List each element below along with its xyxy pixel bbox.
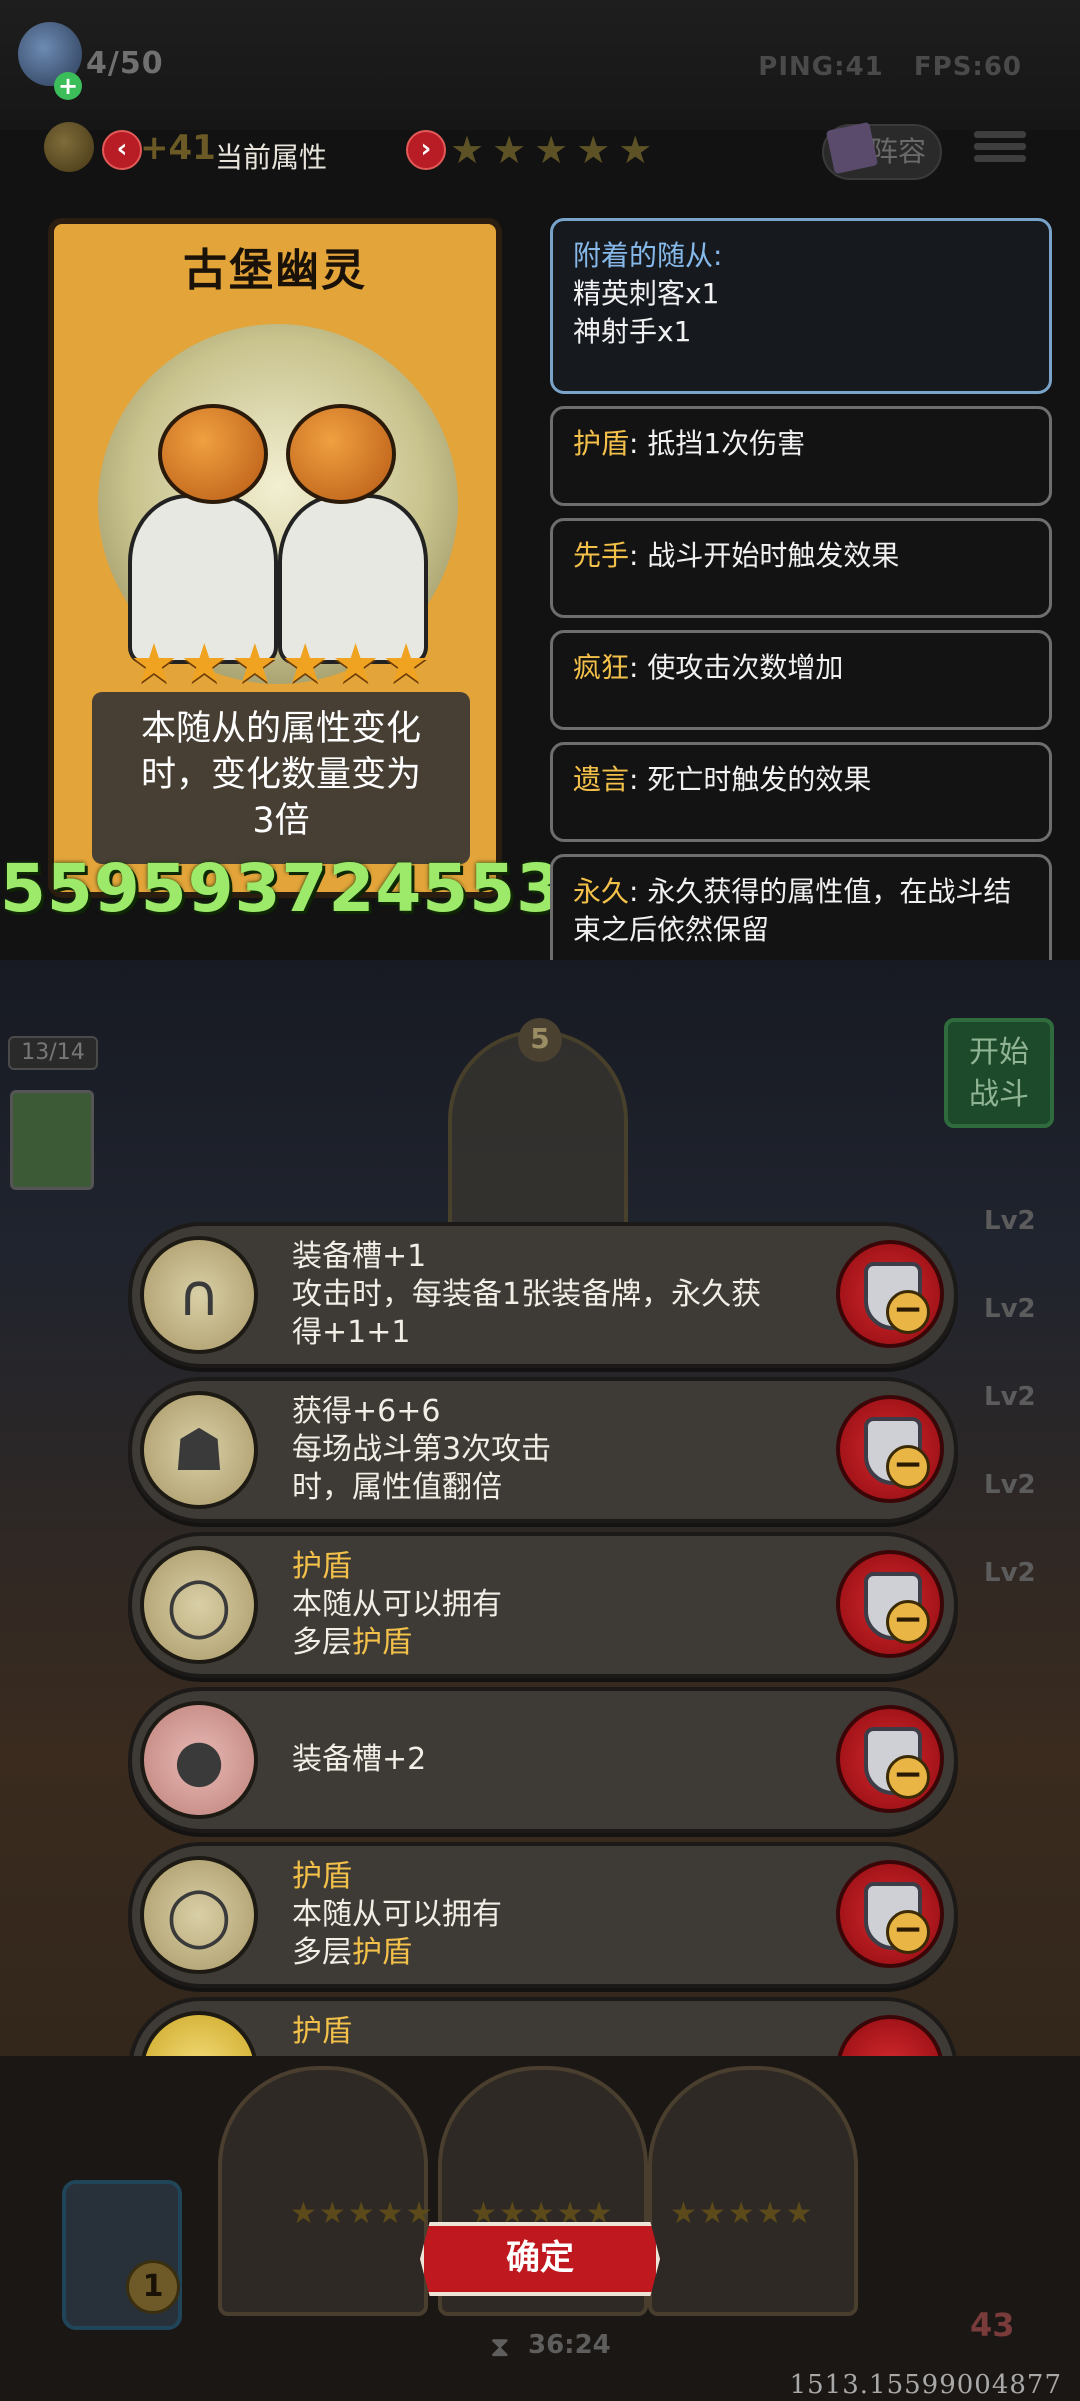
lineup-book-icon	[825, 121, 879, 175]
scarecrow-icon: ☗	[140, 1391, 258, 1509]
unit-stars: ★★★★★★	[129, 632, 433, 695]
ping-text: PING:41	[758, 52, 884, 82]
gold-coin-icon	[44, 122, 94, 172]
keyword-permanent: 永久: 永久获得的属性值，在战斗结束之后依然保留	[550, 854, 1052, 960]
turn-timer: 36:24	[528, 2330, 611, 2360]
keyword-first-strike: 先手: 战斗开始时触发效果	[550, 518, 1052, 618]
pumpkin-icon	[286, 404, 396, 504]
keyword-list[interactable]: 附着的随从: 精英刺客x1 神射手x1 护盾: 抵挡1次伤害 先手: 战斗开始时…	[550, 218, 1052, 960]
stat-overlay-number: 559593724553079	[0, 850, 560, 927]
attached-title: 附着的随从:	[573, 239, 723, 272]
equipment-row: ◯ 护盾 本随从可以拥有 多层护盾 −	[128, 1532, 958, 1678]
gold-gain: +41	[140, 128, 216, 168]
mirror-icon: ◯	[140, 1856, 258, 1974]
ability-line-1: 本随从的属性变化	[140, 709, 421, 749]
keyword-deathrattle: 遗言: 死亡时触发的效果	[550, 742, 1052, 842]
enemy-portrait[interactable]	[10, 1090, 94, 1190]
player-hp: 43	[970, 2306, 1015, 2344]
confirm-button[interactable]: 确定	[420, 2222, 660, 2296]
attached-unit: 神射手x1	[573, 315, 692, 348]
prev-attr-button[interactable]: ‹	[102, 130, 142, 170]
remove-equipment-button[interactable]: −	[836, 1550, 944, 1658]
player-coin-badge: 1	[126, 2260, 180, 2314]
equipment-row: ∩ 装备槽+1 攻击时，每装备1张装备牌，永久获 得+1+1 −	[128, 1222, 958, 1368]
minus-icon: −	[886, 1445, 930, 1489]
minus-icon: −	[886, 1910, 930, 1954]
equipment-list[interactable]: ∩ 装备槽+1 攻击时，每装备1张装备牌，永久获 得+1+1 − ☗ 获得+6+…	[128, 1222, 958, 2058]
add-unit-icon: +	[54, 72, 82, 100]
unit-ability-text: 本随从的属性变化 时，变化数量变为 3倍	[92, 692, 470, 864]
network-stats: PING:41 FPS:60	[758, 52, 1022, 82]
equipment-row: ☗ 获得+6+6 每场战斗第3次攻击 时，属性值翻倍 −	[128, 1377, 958, 1523]
attr-title: 当前属性	[215, 141, 328, 174]
minus-icon: −	[886, 1600, 930, 1644]
level-tag: Lv2	[984, 1382, 1036, 1412]
unit-card: 古堡幽灵 ★★★★★★ 本随从的属性变化 时，变化数量变为 3倍	[48, 218, 502, 898]
shop-unit-card[interactable]	[218, 2066, 428, 2316]
keyword-frenzy: 疯狂: 使攻击次数增加	[550, 630, 1052, 730]
minus-icon: −	[886, 1755, 930, 1799]
unit-name: 古堡幽灵	[183, 245, 367, 296]
attached-unit: 精英刺客x1	[573, 277, 720, 310]
ability-line-2: 时，变化数量变为	[140, 755, 421, 795]
start-battle-button[interactable]: 开始 战斗	[944, 1018, 1054, 1128]
piggy-bank-icon: ●	[140, 1701, 258, 1819]
level-tag: Lv2	[984, 1470, 1036, 1500]
mirror-icon: ◯	[140, 1546, 258, 1664]
keyword-shield: 护盾: 抵挡1次伤害	[550, 406, 1052, 506]
round-counter: 13/14	[8, 1036, 98, 1070]
next-attr-button[interactable]: ›	[406, 130, 446, 170]
menu-icon[interactable]	[974, 126, 1026, 178]
equipment-row: ◯ 护盾 本随从可以拥有 多层护盾 −	[128, 1842, 958, 1988]
mirror-icon	[140, 2011, 258, 2058]
shop-unit-card[interactable]	[648, 2066, 858, 2316]
fps-text: FPS:60	[913, 52, 1022, 82]
level-tag: Lv2	[984, 1206, 1036, 1236]
equipment-row: ● 装备槽+2 −	[128, 1687, 958, 1833]
debug-readout: 1513.15599004877	[789, 2370, 1062, 2400]
shop-stars: ★★★★★	[670, 2196, 815, 2231]
unit-count: 4/50	[86, 46, 164, 81]
remove-equipment-button[interactable]: −	[836, 1395, 944, 1503]
level-tag: Lv2	[984, 1294, 1036, 1324]
ability-line-3: 3倍	[252, 801, 310, 841]
equipment-row: 护盾	[128, 1997, 958, 2058]
minus-icon: −	[886, 1290, 930, 1334]
pumpkin-ghost-portrait	[98, 324, 458, 684]
remove-equipment-button[interactable]: −	[836, 1240, 944, 1348]
shop-stars: ★★★★★	[290, 2196, 435, 2231]
remove-equipment-button[interactable]: −	[836, 1860, 944, 1968]
horseshoe-icon: ∩	[140, 1236, 258, 1354]
level-tag: Lv2	[984, 1558, 1036, 1588]
remove-equipment-button[interactable]	[836, 2015, 944, 2058]
attached-units-box: 附着的随从: 精英刺客x1 神射手x1	[550, 218, 1052, 394]
hourglass-icon: ⧗	[490, 2330, 510, 2363]
tier-stars: ★★★★★	[450, 128, 661, 172]
remove-equipment-button[interactable]: −	[836, 1705, 944, 1813]
pumpkin-icon	[158, 404, 268, 504]
unit-level-badge: 5	[518, 1018, 562, 1062]
